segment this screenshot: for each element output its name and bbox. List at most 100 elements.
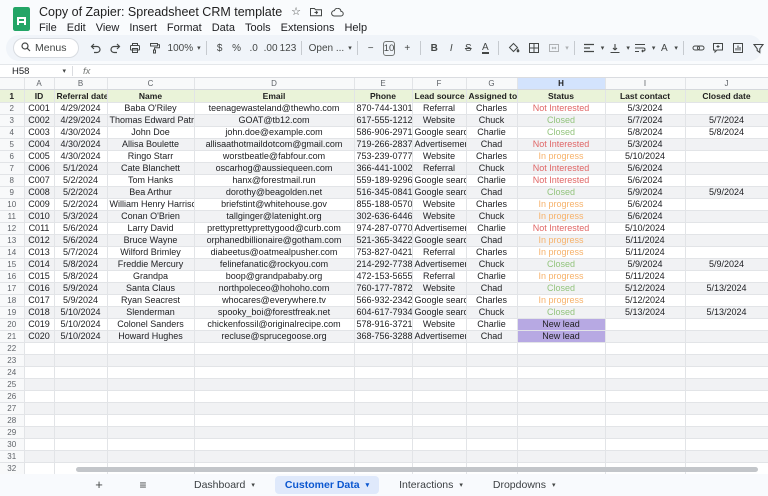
menu-format[interactable]: Format <box>162 21 207 36</box>
column-header-C[interactable]: C <box>107 78 194 89</box>
cell[interactable]: 4/29/2024 <box>54 114 107 126</box>
cell[interactable] <box>24 378 54 390</box>
cell[interactable] <box>517 390 605 402</box>
cell[interactable]: felinefanatic@rockyou.com <box>194 258 354 270</box>
cell[interactable]: Chuck <box>466 162 517 174</box>
horizontal-align-dropdown-icon[interactable]: ▾ <box>601 44 605 52</box>
cell[interactable]: 5/11/2024 <box>605 234 685 246</box>
cell[interactable]: Cate Blanchett <box>107 162 194 174</box>
cell[interactable]: john.doe@example.com <box>194 126 354 138</box>
document-title[interactable]: Copy of Zapier: Spreadsheet CRM template <box>39 5 282 19</box>
vertical-align-dropdown-icon[interactable]: ▾ <box>626 44 630 52</box>
cell[interactable]: 5/10/2024 <box>54 330 107 342</box>
cell[interactable] <box>54 426 107 438</box>
cell[interactable] <box>466 414 517 426</box>
row-header-29[interactable]: 29 <box>0 426 24 438</box>
insert-chart-icon[interactable] <box>729 39 748 58</box>
cell[interactable] <box>194 438 354 450</box>
cell[interactable] <box>412 414 466 426</box>
cell[interactable] <box>685 174 768 186</box>
cell[interactable]: Website <box>412 150 466 162</box>
cell[interactable]: 753-827-0421 <box>354 246 412 258</box>
menu-insert[interactable]: Insert <box>124 21 162 36</box>
sheet-tab-dashboard[interactable]: Dashboard▾ <box>184 476 265 494</box>
row-header-4[interactable]: 4 <box>0 126 24 138</box>
cell[interactable] <box>605 402 685 414</box>
fill-color-icon[interactable] <box>504 39 523 58</box>
cell[interactable] <box>54 414 107 426</box>
cell[interactable]: In progress <box>517 198 605 210</box>
cell[interactable]: Thomas Edward Patrick Brady Jr. <box>107 114 194 126</box>
cell[interactable] <box>685 222 768 234</box>
cell[interactable]: Chad <box>466 138 517 150</box>
cell[interactable]: 5/1/2024 <box>54 162 107 174</box>
cell[interactable]: Website <box>412 114 466 126</box>
cell[interactable] <box>24 414 54 426</box>
row-header-15[interactable]: 15 <box>0 258 24 270</box>
cell[interactable] <box>685 414 768 426</box>
cell[interactable]: Bea Arthur <box>107 186 194 198</box>
cell[interactable] <box>685 318 768 330</box>
cell[interactable] <box>194 366 354 378</box>
cell[interactable] <box>605 414 685 426</box>
cell[interactable]: Google search <box>412 294 466 306</box>
cell[interactable] <box>685 378 768 390</box>
cell[interactable]: 5/8/2024 <box>685 126 768 138</box>
zoom-level[interactable]: 100% <box>166 43 196 54</box>
cell[interactable] <box>107 414 194 426</box>
cell[interactable]: 617-555-1212 <box>354 114 412 126</box>
cell[interactable] <box>107 450 194 462</box>
cell[interactable] <box>354 378 412 390</box>
cell[interactable]: C003 <box>24 126 54 138</box>
cell[interactable] <box>107 378 194 390</box>
cell[interactable]: 5/6/2024 <box>605 210 685 222</box>
menu-extensions[interactable]: Extensions <box>276 21 340 36</box>
format-percent-icon[interactable]: % <box>229 43 245 54</box>
cell[interactable]: 5/9/2024 <box>54 294 107 306</box>
cell[interactable]: Advertisement <box>412 222 466 234</box>
cell[interactable]: Charlie <box>466 174 517 186</box>
column-header-G[interactable]: G <box>466 78 517 89</box>
cell[interactable]: Closed <box>517 306 605 318</box>
increase-decimals-icon[interactable]: .00 <box>263 43 279 54</box>
column-header-I[interactable]: I <box>605 78 685 89</box>
cell[interactable] <box>24 354 54 366</box>
cell[interactable] <box>605 354 685 366</box>
cell[interactable]: Chuck <box>466 114 517 126</box>
cell[interactable] <box>24 450 54 462</box>
cell[interactable] <box>107 342 194 354</box>
cell[interactable] <box>54 450 107 462</box>
cell[interactable]: C002 <box>24 114 54 126</box>
row-header-31[interactable]: 31 <box>0 450 24 462</box>
cell[interactable] <box>194 342 354 354</box>
cell[interactable] <box>517 450 605 462</box>
cell[interactable]: C017 <box>24 294 54 306</box>
cell[interactable] <box>24 438 54 450</box>
cell[interactable] <box>517 366 605 378</box>
cell[interactable]: 4/30/2024 <box>54 150 107 162</box>
cell[interactable]: Chad <box>466 330 517 342</box>
cell[interactable]: Referral <box>412 162 466 174</box>
cell[interactable]: Allisa Boulette <box>107 138 194 150</box>
cell[interactable]: prettyprettyprettygood@curb.com <box>194 222 354 234</box>
cell[interactable]: 5/2/2024 <box>54 198 107 210</box>
cell[interactable] <box>685 198 768 210</box>
row-header-28[interactable]: 28 <box>0 414 24 426</box>
cell[interactable]: 4/29/2024 <box>54 102 107 114</box>
cell[interactable] <box>517 438 605 450</box>
header-cell[interactable]: ID <box>24 89 54 102</box>
header-cell[interactable]: Phone <box>354 89 412 102</box>
cell[interactable]: 5/7/2024 <box>54 246 107 258</box>
header-cell[interactable]: Status <box>517 89 605 102</box>
cell[interactable]: 855-188-0570 <box>354 198 412 210</box>
bold-icon[interactable]: B <box>426 43 442 54</box>
cell[interactable]: Charlie <box>466 222 517 234</box>
cell[interactable]: allisaathotmaildotcom@gmail.com <box>194 138 354 150</box>
cell[interactable]: diabeetus@oatmealpusher.com <box>194 246 354 258</box>
cell[interactable] <box>54 378 107 390</box>
insert-link-icon[interactable] <box>689 39 708 58</box>
cell[interactable]: boop@grandpababy.org <box>194 270 354 282</box>
cell[interactable] <box>412 450 466 462</box>
cell[interactable]: 5/10/2024 <box>605 150 685 162</box>
column-header-J[interactable]: J <box>685 78 768 89</box>
